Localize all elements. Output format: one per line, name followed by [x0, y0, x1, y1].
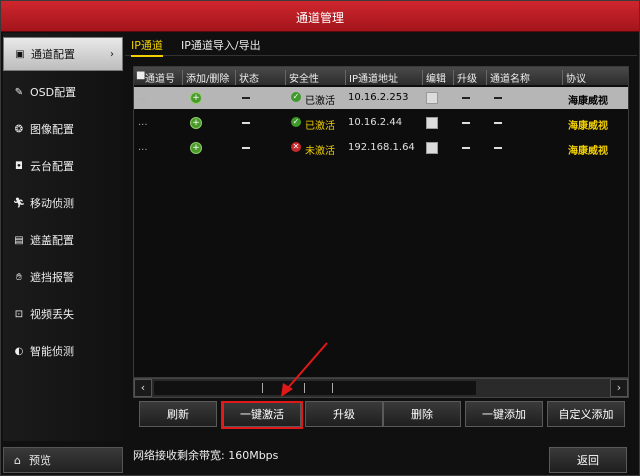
table-row[interactable]: ... + ✓ 已激活 10.16.2.44 海康威视 — [134, 112, 628, 134]
horizontal-scrollbar[interactable]: ‹ › — [133, 378, 629, 398]
col-add-delete: 添加/删除 — [182, 70, 229, 85]
sidebar-item-ptz[interactable]: ◘ 云台配置 — [3, 149, 123, 183]
channel-table: ■ 通道号 添加/删除 状态 安全性 IP通道地址 编辑 升级 通道名称 协议 … — [133, 66, 629, 378]
preview-label: 预览 — [28, 454, 51, 467]
window-title: 通道管理 — [295, 11, 344, 25]
sidebar-item-osd[interactable]: ✎ OSD配置 — [3, 75, 123, 109]
col-security: 安全性 — [285, 70, 319, 85]
ptz-icon: ◘ — [15, 160, 23, 172]
motion-icon: 🏃︎ — [12, 197, 26, 209]
col-channel-name: 通道名称 — [486, 70, 530, 85]
hand-icon: ✋︎ — [16, 271, 22, 283]
sidebar-item-label: 移动侦测 — [30, 197, 74, 210]
security-status: 已激活 — [305, 121, 335, 132]
mask-icon: ▤ — [14, 234, 24, 246]
col-ip-address: IP通道地址 — [345, 70, 398, 85]
sidebar-item-label: 云台配置 — [30, 160, 74, 173]
one-click-add-button[interactable]: 一键添加 — [465, 401, 543, 427]
add-icon[interactable]: + — [190, 92, 202, 104]
delete-button[interactable]: 删除 — [383, 401, 461, 427]
sidebar-item-label: 图像配置 — [30, 123, 74, 136]
channel-name-dash — [494, 147, 502, 149]
bandwidth-info: 网络接收剩余带宽: 160Mbps — [133, 449, 279, 462]
check-icon: ✓ — [291, 92, 301, 102]
protocol: 海康威视 — [568, 146, 608, 157]
preview-button[interactable]: ⌂ 预览 — [3, 447, 123, 473]
scroll-tick — [262, 383, 263, 393]
chevron-right-icon: › — [110, 48, 114, 60]
annotation-arrow — [281, 342, 328, 397]
security-status: 已激活 — [305, 96, 335, 107]
image-icon: ❂ — [14, 123, 24, 135]
scroll-left-icon[interactable]: ‹ — [134, 379, 152, 397]
table-header: ■ 通道号 添加/删除 状态 安全性 IP通道地址 编辑 升级 通道名称 协议 — [134, 67, 628, 85]
sidebar-item-tamper-alarm[interactable]: ✋︎ 遮挡报警 — [3, 260, 123, 294]
edit-icon[interactable] — [426, 92, 438, 104]
channel-no: ... — [138, 92, 148, 103]
scroll-right-icon[interactable]: › — [610, 379, 628, 397]
check-icon: ✓ — [291, 117, 301, 127]
channel-name-dash — [494, 97, 502, 99]
title-bar: 通道管理 — [1, 1, 639, 32]
col-edit: 编辑 — [422, 70, 446, 85]
status-dash — [242, 147, 250, 149]
tab-bar: IP通道 IP通道导入/导出 — [125, 33, 637, 57]
edit-icon[interactable] — [426, 117, 438, 129]
main-content: IP通道 IP通道导入/导出 ■ 通道号 添加/删除 状态 安全性 IP通道地址… — [125, 33, 637, 473]
ip-address: 10.16.2.253 — [348, 92, 409, 103]
upgrade-dash — [462, 122, 470, 124]
sidebar-item-video-loss[interactable]: ⊡ 视频丢失 — [3, 297, 123, 331]
table-row[interactable]: ... + ✓ 已激活 10.16.2.253 海康威视 — [134, 87, 628, 109]
channel-management-window: 通道管理 ▣ 通道配置 › ✎ OSD配置 ❂ 图像配置 ◘ 云台配置 🏃︎ 移… — [0, 0, 640, 476]
video-loss-icon: ⊡ — [14, 308, 24, 320]
ip-address: 192.168.1.64 — [348, 142, 415, 153]
channel-name-dash — [494, 122, 502, 124]
sidebar-item-label: OSD配置 — [30, 86, 77, 99]
status-dash — [242, 97, 250, 99]
status-dash — [242, 122, 250, 124]
sidebar-item-channel-config[interactable]: ▣ 通道配置 › — [3, 37, 123, 71]
back-button[interactable]: 返回 — [549, 447, 627, 473]
highlight-box — [221, 401, 303, 429]
custom-add-button[interactable]: 自定义添加 — [547, 401, 625, 427]
table-row[interactable]: ... + ✕ 未激活 192.168.1.64 海康威视 — [134, 137, 628, 159]
sidebar-item-label: 智能侦测 — [30, 345, 74, 358]
sidebar-item-mask[interactable]: ▤ 遮盖配置 — [3, 223, 123, 257]
channel-no: ... — [138, 117, 148, 128]
protocol: 海康威视 — [568, 121, 608, 132]
refresh-button[interactable]: 刷新 — [139, 401, 217, 427]
sidebar-item-label: 视频丢失 — [30, 308, 74, 321]
tab-ip-channel[interactable]: IP通道 — [131, 37, 163, 57]
add-icon[interactable]: + — [190, 117, 202, 129]
home-icon: ⌂ — [14, 453, 21, 467]
security-status: 未激活 — [305, 146, 335, 157]
sidebar-item-smart-detection[interactable]: ◐ 智能侦测 — [3, 334, 123, 368]
channel-icon: ▣ — [15, 48, 25, 60]
edit-icon[interactable] — [426, 142, 438, 154]
col-upgrade: 升级 — [453, 70, 477, 85]
warning-icon: ✕ — [291, 142, 301, 152]
col-status: 状态 — [235, 70, 259, 85]
sidebar-item-label: 遮挡报警 — [30, 271, 74, 284]
upgrade-dash — [462, 147, 470, 149]
sidebar-item-label: 遮盖配置 — [30, 234, 74, 247]
osd-icon: ✎ — [14, 86, 24, 98]
add-icon[interactable]: + — [190, 142, 202, 154]
ip-address: 10.16.2.44 — [348, 117, 403, 128]
channel-no: ... — [138, 142, 148, 153]
tab-ip-import-export[interactable]: IP通道导入/导出 — [181, 37, 261, 53]
col-protocol: 协议 — [562, 70, 586, 85]
upgrade-button[interactable]: 升级 — [305, 401, 383, 427]
smart-icon: ◐ — [14, 345, 24, 357]
sidebar-item-label: 通道配置 — [31, 48, 75, 61]
col-channel-no: 通道号 — [145, 74, 175, 85]
sidebar: ▣ 通道配置 › ✎ OSD配置 ❂ 图像配置 ◘ 云台配置 🏃︎ 移动侦测 ▤… — [3, 33, 123, 441]
protocol: 海康威视 — [568, 96, 608, 107]
sidebar-item-motion[interactable]: 🏃︎ 移动侦测 — [3, 186, 123, 220]
sidebar-item-image[interactable]: ❂ 图像配置 — [3, 112, 123, 146]
upgrade-dash — [462, 97, 470, 99]
